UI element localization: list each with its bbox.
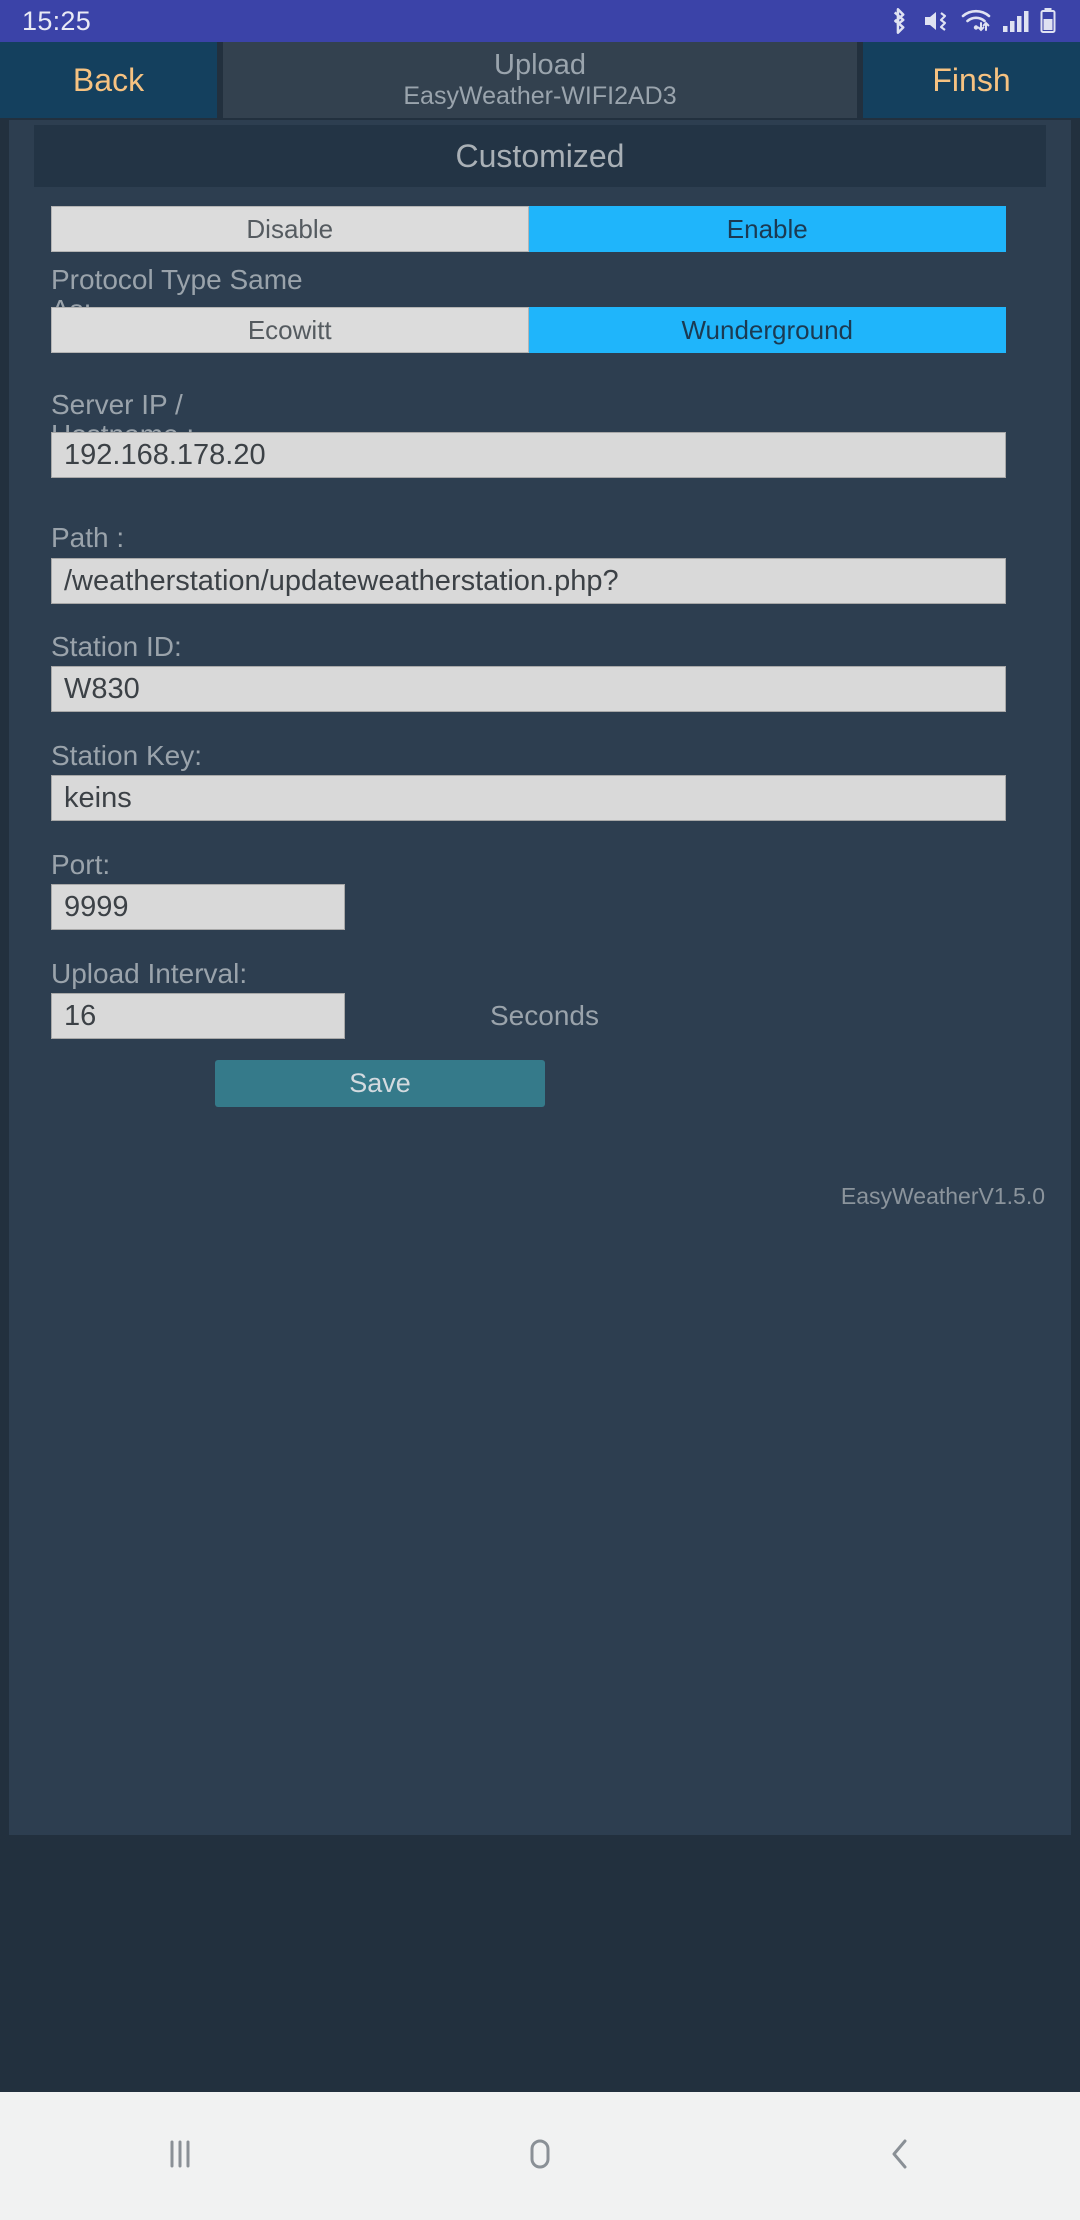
station-key-input[interactable]: keins	[51, 775, 1006, 821]
upload-interval-unit: Seconds	[490, 1000, 599, 1031]
segment-disable[interactable]: Disable	[51, 206, 529, 252]
screen-title: Upload EasyWeather-WIFI2AD3	[223, 42, 857, 118]
segment-ecowitt[interactable]: Ecowitt	[51, 307, 529, 353]
finish-button[interactable]: Finsh	[863, 42, 1080, 118]
station-key-label: Station Key:	[51, 740, 202, 771]
home-icon	[517, 2131, 563, 2182]
status-bar: 15:25	[0, 0, 1080, 42]
back-nav-button[interactable]	[820, 2092, 980, 2220]
station-id-input[interactable]: W830	[51, 666, 1006, 712]
action-bar: Back Upload EasyWeather-WIFI2AD3 Finsh	[0, 42, 1080, 118]
volume-mute-icon	[921, 6, 951, 36]
app-version-label: EasyWeatherV1.5.0	[840, 1183, 1045, 1209]
back-icon	[877, 2131, 923, 2182]
phone-screen: 15:25 Back Upload EasyWeather-WIFI2AD3 F…	[0, 0, 1080, 2220]
port-label: Port:	[51, 849, 111, 880]
port-input[interactable]: 9999	[51, 884, 345, 930]
upload-interval-input[interactable]: 16	[51, 993, 345, 1039]
path-input[interactable]: /weatherstation/updateweatherstation.php…	[51, 558, 1006, 604]
status-icon-tray	[886, 6, 1058, 36]
battery-icon	[1038, 6, 1058, 36]
segment-wunderground[interactable]: Wunderground	[528, 307, 1006, 353]
bluetooth-icon	[886, 6, 912, 36]
path-label: Path :	[51, 522, 125, 553]
recents-button[interactable]	[100, 2092, 260, 2220]
status-time: 15:25	[22, 5, 92, 36]
save-button[interactable]: Save	[215, 1060, 545, 1107]
back-button[interactable]: Back	[0, 42, 217, 118]
protocol-segmented-control[interactable]: Ecowitt Wunderground	[51, 307, 1006, 353]
recents-icon	[157, 2131, 203, 2182]
upload-interval-label: Upload Interval:	[51, 958, 248, 989]
customized-card: Customized Disable Enable Protocol Type …	[9, 120, 1071, 1835]
card-title: Customized	[34, 125, 1046, 187]
server-ip-input[interactable]: 192.168.178.20	[51, 432, 1006, 478]
enable-segmented-control[interactable]: Disable Enable	[51, 206, 1006, 252]
system-navigation-bar	[0, 2092, 1080, 2220]
wifi-icon	[960, 6, 992, 36]
screen-title-device: EasyWeather-WIFI2AD3	[403, 82, 677, 111]
home-button[interactable]	[460, 2092, 620, 2220]
station-id-label: Station ID:	[51, 631, 182, 662]
segment-enable[interactable]: Enable	[528, 206, 1006, 252]
signal-icon	[1001, 6, 1029, 36]
screen-title-main: Upload	[494, 48, 586, 81]
